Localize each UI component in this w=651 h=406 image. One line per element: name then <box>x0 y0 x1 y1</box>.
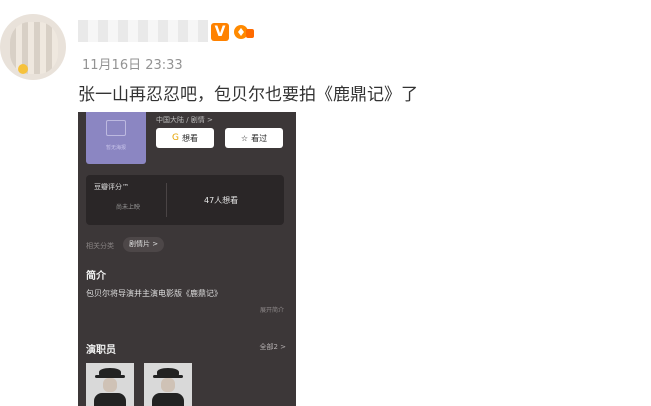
cast-photo <box>144 363 192 406</box>
cast-photo <box>86 363 134 406</box>
avatar[interactable] <box>0 14 66 80</box>
want-icon: G <box>172 133 179 143</box>
movie-poster: 暂无海报 <box>86 112 146 164</box>
post-text: 张一山再忍忍吧，包贝尔也要拍《鹿鼎记》了 <box>78 85 418 105</box>
want-count: 47人想看 <box>204 196 239 205</box>
poster-placeholder-icon <box>106 120 126 136</box>
rating-divider <box>166 183 167 217</box>
genre-tag: 剧情片 > <box>123 237 165 252</box>
user-level-icon <box>234 25 254 39</box>
watched-button: ☆ 看过 <box>225 128 283 148</box>
seen-label: 看过 <box>251 133 268 143</box>
avatar-blurred-face <box>10 22 58 74</box>
verified-icon: V <box>211 23 229 41</box>
avatar-badge <box>18 64 28 74</box>
related-label: 相关分类 <box>86 242 114 250</box>
embedded-screenshot[interactable]: 暂无海报 中国大陆 / 剧情 > G 想看 ☆ 看过 豆瓣评分™ 尚未上映 47… <box>78 112 296 406</box>
cast-all-link: 全部2 > <box>259 343 286 351</box>
rating-label: 豆瓣评分™ <box>94 183 129 191</box>
intro-title: 简介 <box>86 271 106 282</box>
rating-panel: 豆瓣评分™ 尚未上映 47人想看 <box>86 175 284 225</box>
star-icon: ☆ <box>240 133 249 143</box>
expand-intro-link: 展开简介 <box>259 307 284 314</box>
cast-title: 演职员 <box>86 345 116 356</box>
username-blurred[interactable] <box>78 20 208 42</box>
want-to-watch-button: G 想看 <box>156 128 214 148</box>
rating-status: 尚未上映 <box>116 204 141 211</box>
poster-placeholder-text: 暂无海报 <box>105 145 126 151</box>
post-timestamp[interactable]: 11月16日 23:33 <box>82 54 183 73</box>
intro-text: 包贝尔将导演并主演电影版《鹿鼎记》 <box>86 289 222 298</box>
want-label: 想看 <box>181 133 198 143</box>
movie-genre: 中国大陆 / 剧情 > <box>156 116 213 124</box>
